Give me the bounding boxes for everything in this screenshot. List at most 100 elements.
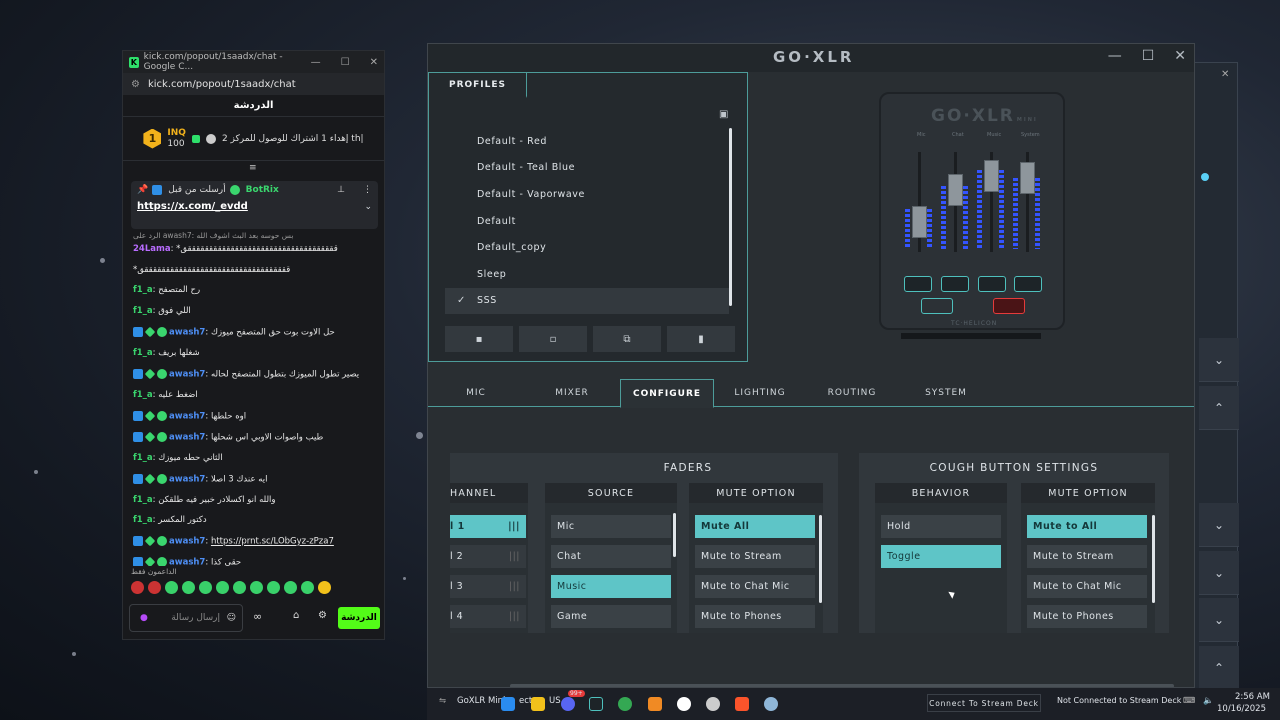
chevron-down-icon[interactable]: ⌄ <box>1199 551 1239 595</box>
emote-icon[interactable] <box>148 581 161 594</box>
chat-username[interactable]: f1_a <box>133 453 153 463</box>
chevron-up-icon[interactable]: ⌃ <box>1199 646 1239 690</box>
chat-username[interactable]: f1_a <box>133 515 153 525</box>
profile-item[interactable]: Default - Teal Blue <box>445 155 729 182</box>
cough-mute-all-option[interactable]: Mute to All <box>1027 515 1147 538</box>
chat-username[interactable]: awash7 <box>169 474 205 484</box>
cough-mute-chat-mic-option[interactable]: Mute to Chat Mic <box>1027 575 1147 598</box>
profile-item[interactable]: ✓ SSS <box>445 287 729 315</box>
chat-message-text[interactable]: https://prnt.sc/LObGyz-zPza7 <box>211 537 334 547</box>
network-icon[interactable]: ⌨ <box>1183 696 1195 706</box>
profile-item[interactable]: Default - Red <box>445 128 729 155</box>
channel-3-button[interactable]: l 3 ||| <box>450 575 526 598</box>
file-explorer-icon[interactable] <box>531 697 545 711</box>
tab-system[interactable]: SYSTEM <box>898 379 994 407</box>
close-icon[interactable]: ✕ <box>1221 69 1229 80</box>
chat-username[interactable]: awash7 <box>169 369 205 379</box>
fader-mute-scrollbar[interactable] <box>819 515 822 603</box>
cough-mute-stream-option[interactable]: Mute to Stream <box>1027 545 1147 568</box>
tab-mixer[interactable]: MIXER <box>524 379 620 407</box>
save-profile-button[interactable]: ▪ <box>445 326 513 352</box>
chat-username[interactable]: f1_a <box>133 495 153 505</box>
brave-icon[interactable] <box>735 697 749 711</box>
source-chat[interactable]: Chat <box>551 545 671 568</box>
open-folder-icon[interactable]: ▣ <box>719 109 728 120</box>
chat-username[interactable]: awash7 <box>169 558 205 566</box>
cough-mute-phones-option[interactable]: Mute to Phones <box>1027 605 1147 628</box>
emote-icon[interactable] <box>233 581 246 594</box>
chat-username[interactable]: awash7 <box>169 432 205 442</box>
mute-all-option[interactable]: Mute All <box>695 515 815 538</box>
menu-icon[interactable]: ≡ <box>249 163 257 173</box>
obs-icon[interactable] <box>677 697 691 711</box>
mute-to-phones-option[interactable]: Mute to Phones <box>695 605 815 628</box>
close-icon[interactable]: ✕ <box>1174 48 1186 64</box>
clock-time[interactable]: 2:56 AM <box>1235 692 1270 702</box>
copy-profile-button[interactable]: ⧉ <box>593 326 661 352</box>
chrome-icon[interactable] <box>618 697 632 711</box>
channel-4-button[interactable]: l 4 ||| <box>450 605 526 628</box>
pinned-link[interactable]: https://x.com/_evdd <box>137 201 248 212</box>
keyboard-language[interactable]: US <box>549 696 561 706</box>
chevron-down-icon[interactable]: ⌄ <box>1199 503 1239 547</box>
windows-start-icon[interactable] <box>501 697 515 711</box>
chat-username[interactable]: awash7 <box>169 411 205 421</box>
chevron-down-icon[interactable]: ⌄ <box>364 202 372 212</box>
emote-icon[interactable] <box>182 581 195 594</box>
tab-lighting[interactable]: LIGHTING <box>714 379 806 407</box>
discord-icon[interactable] <box>561 697 575 711</box>
mute-to-stream-option[interactable]: Mute to Stream <box>695 545 815 568</box>
delete-profile-button[interactable]: ▮ <box>667 326 735 352</box>
infinity-icon[interactable]: ∞ <box>253 610 262 623</box>
emote-icon[interactable] <box>199 581 212 594</box>
site-info-icon[interactable]: ⚙ <box>131 79 140 90</box>
profile-item[interactable]: Sleep <box>445 261 729 288</box>
url-bar[interactable]: ⚙ kick.com/popout/1saadx/chat <box>123 73 384 95</box>
unpin-icon[interactable]: ⊥ <box>337 185 345 195</box>
pinned-message[interactable]: 📌 أرسلت من قبل BotRix ⊥ ⋮ https://x.com/… <box>131 181 378 229</box>
app-icon[interactable] <box>648 697 662 711</box>
channel-1-button[interactable]: l 1 ||| <box>450 515 526 538</box>
behavior-hold[interactable]: Hold <box>881 515 1001 538</box>
new-profile-button[interactable]: ▫ <box>519 326 587 352</box>
profile-scrollbar[interactable] <box>729 128 732 306</box>
emote-icon[interactable] <box>318 581 331 594</box>
tab-routing[interactable]: ROUTING <box>806 379 898 407</box>
profile-item[interactable]: Default - Vaporwave <box>445 181 729 208</box>
chat-username[interactable]: f1_a <box>133 285 153 295</box>
chat-username[interactable]: 24Lama <box>133 244 171 254</box>
connect-stream-deck-button[interactable]: Connect To Stream Deck <box>927 694 1041 712</box>
chat-username[interactable]: f1_a <box>133 348 153 358</box>
emote-icon[interactable] <box>216 581 229 594</box>
source-game[interactable]: Game <box>551 605 671 628</box>
emote-icon[interactable] <box>165 581 178 594</box>
taskbar-app-label[interactable]: GoXLR Mini <box>457 696 505 706</box>
chevron-down-icon[interactable]: ⌄ <box>1199 598 1239 642</box>
store-icon[interactable]: ⌂ <box>293 610 299 621</box>
tab-mic[interactable]: MIC <box>428 379 524 407</box>
chat-username[interactable]: f1_a <box>133 390 153 400</box>
settings-gear-icon[interactable] <box>764 697 778 711</box>
behavior-toggle[interactable]: Toggle <box>881 545 1001 568</box>
profile-item[interactable]: Default_copy <box>445 234 729 261</box>
emote-icon[interactable] <box>131 581 144 594</box>
minimize-icon[interactable]: — <box>1108 48 1122 64</box>
minimize-icon[interactable]: — <box>311 57 321 68</box>
chat-username[interactable]: f1_a <box>133 306 153 316</box>
chat-username[interactable]: awash7 <box>169 327 205 337</box>
goxlr-app-icon[interactable] <box>589 697 603 711</box>
app-icon[interactable] <box>706 697 720 711</box>
microphone-icon[interactable]: ● <box>140 613 148 623</box>
source-scrollbar[interactable] <box>673 513 676 557</box>
volume-icon[interactable]: 🔈 <box>1203 696 1214 706</box>
send-chat-button[interactable]: الدردشة <box>338 607 380 629</box>
emote-icon[interactable] <box>301 581 314 594</box>
chat-username[interactable]: awash7 <box>169 537 205 547</box>
source-music[interactable]: Music <box>551 575 671 598</box>
emote-icon[interactable] <box>284 581 297 594</box>
emoji-icon[interactable]: ☺ <box>227 613 236 623</box>
clock-date[interactable]: 10/16/2025 <box>1217 704 1266 714</box>
chevron-down-icon[interactable]: ⌄ <box>1199 338 1239 382</box>
maximize-icon[interactable]: ☐ <box>1142 48 1155 64</box>
close-icon[interactable]: ✕ <box>370 57 378 68</box>
